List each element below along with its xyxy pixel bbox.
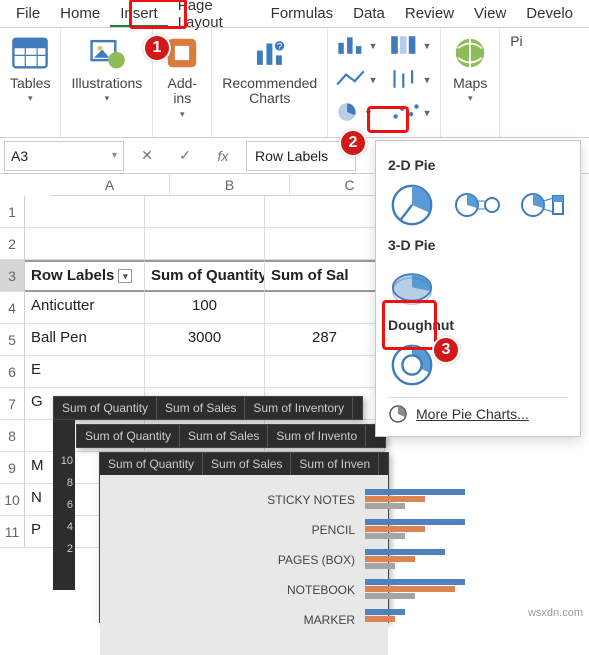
recommended-charts-label: Recommended Charts: [222, 76, 317, 107]
row-head[interactable]: 2: [0, 228, 25, 260]
more-pie-charts-link[interactable]: More Pie Charts...: [388, 404, 568, 424]
tables-icon: [11, 34, 49, 72]
tab-formulas[interactable]: Formulas: [261, 1, 344, 26]
preview-chart: STICKY NOTES PENCIL PAGES (BOX) NOTEBOOK…: [100, 475, 388, 655]
svg-text:▾: ▾: [424, 74, 430, 86]
menu-header-2d: 2-D Pie: [388, 157, 568, 173]
highlight-insert-tab: [129, 0, 187, 29]
col-head-b[interactable]: B: [170, 174, 290, 196]
watermark: wsxdn.com: [528, 607, 583, 619]
group-illustrations[interactable]: Illustrations ▾: [61, 28, 153, 137]
svg-text:▾: ▾: [370, 74, 376, 86]
name-box[interactable]: A3 ▾: [4, 141, 124, 171]
pivot-header-sales[interactable]: Sum of Sal: [265, 260, 385, 292]
col-head-a[interactable]: A: [50, 174, 170, 196]
group-recommended-charts[interactable]: ? Recommended Charts: [212, 28, 328, 137]
insert-map-chart-button[interactable]: ▾: [388, 34, 434, 56]
highlight-3d-pie: [382, 300, 437, 350]
maps-label: Maps: [453, 76, 487, 91]
pivot-header-rowlabels[interactable]: Row Labels▾: [25, 260, 145, 292]
highlight-pie-button: [367, 106, 409, 133]
svg-text:?: ?: [277, 41, 282, 52]
svg-text:▾: ▾: [424, 108, 430, 120]
menu-header-3d: 3-D Pie: [388, 237, 568, 253]
group-maps[interactable]: Maps ▾: [441, 28, 500, 137]
ribbon-tabs: File Home Insert Page Layout Formulas Da…: [0, 0, 589, 28]
insert-line-chart-button[interactable]: ▾: [334, 68, 380, 90]
illustrations-icon: [88, 34, 126, 72]
chevron-down-icon: ▾: [180, 109, 185, 120]
pivot-header-qty[interactable]: Sum of Quantity: [145, 260, 265, 292]
callout-badge-1: 1: [143, 34, 171, 62]
cell[interactable]: [25, 196, 145, 228]
svg-text:▾: ▾: [424, 40, 430, 52]
tab-view[interactable]: View: [464, 1, 516, 26]
float-window-1[interactable]: Sum of QuantitySum of SalesSum of Invent…: [53, 396, 363, 420]
tab-home[interactable]: Home: [50, 1, 110, 26]
illustrations-label: Illustrations: [71, 76, 142, 91]
addins-label: Add- ins: [167, 76, 197, 107]
confirm-icon[interactable]: ✓: [170, 141, 200, 171]
pi-label: Pi: [510, 34, 522, 49]
pie-2d-option[interactable]: [388, 181, 436, 229]
row-head[interactable]: 1: [0, 196, 25, 228]
callout-badge-2: 2: [339, 129, 367, 157]
group-pivot-chart[interactable]: Pi: [500, 28, 524, 137]
callout-badge-3: 3: [432, 336, 460, 364]
tab-data[interactable]: Data: [343, 1, 395, 26]
chevron-down-icon: ▾: [28, 93, 33, 104]
tab-review[interactable]: Review: [395, 1, 464, 26]
bar-of-pie-option[interactable]: [520, 181, 568, 229]
pie-chart-menu: 2-D Pie 3-D Pie Doughnut More Pie Charts…: [375, 140, 581, 437]
chevron-down-icon: ▾: [112, 150, 117, 161]
recommended-charts-icon: ?: [251, 34, 289, 72]
float-axis-labels: 108642: [53, 420, 75, 590]
pie-icon: [388, 404, 408, 424]
cancel-icon[interactable]: ✕: [132, 141, 162, 171]
maps-icon: [451, 34, 489, 72]
name-box-value: A3: [11, 148, 28, 164]
float-window-3[interactable]: Sum of QuantitySum of SalesSum of Inven …: [99, 452, 389, 623]
filter-dropdown-icon[interactable]: ▾: [118, 269, 132, 283]
insert-stock-chart-button[interactable]: ▾: [388, 68, 434, 90]
cell-label[interactable]: Anticutter: [25, 292, 145, 324]
chevron-down-icon: ▾: [468, 93, 473, 104]
insert-column-chart-button[interactable]: ▾: [334, 34, 380, 56]
tables-label: Tables: [10, 76, 50, 91]
row-head[interactable]: 3: [0, 260, 25, 292]
float-window-2[interactable]: Sum of QuantitySum of SalesSum of Invent…: [76, 424, 386, 448]
pie-of-pie-option[interactable]: [454, 181, 502, 229]
svg-text:▾: ▾: [370, 40, 376, 52]
tab-developer[interactable]: Develo: [516, 1, 583, 26]
group-tables[interactable]: Tables ▾: [0, 28, 61, 137]
tab-file[interactable]: File: [6, 1, 50, 26]
fx-icon[interactable]: fx: [208, 141, 238, 171]
ribbon-body: Tables ▾ Illustrations ▾ Add- ins ▾ ? Re…: [0, 28, 589, 138]
chevron-down-icon: ▾: [105, 93, 110, 104]
